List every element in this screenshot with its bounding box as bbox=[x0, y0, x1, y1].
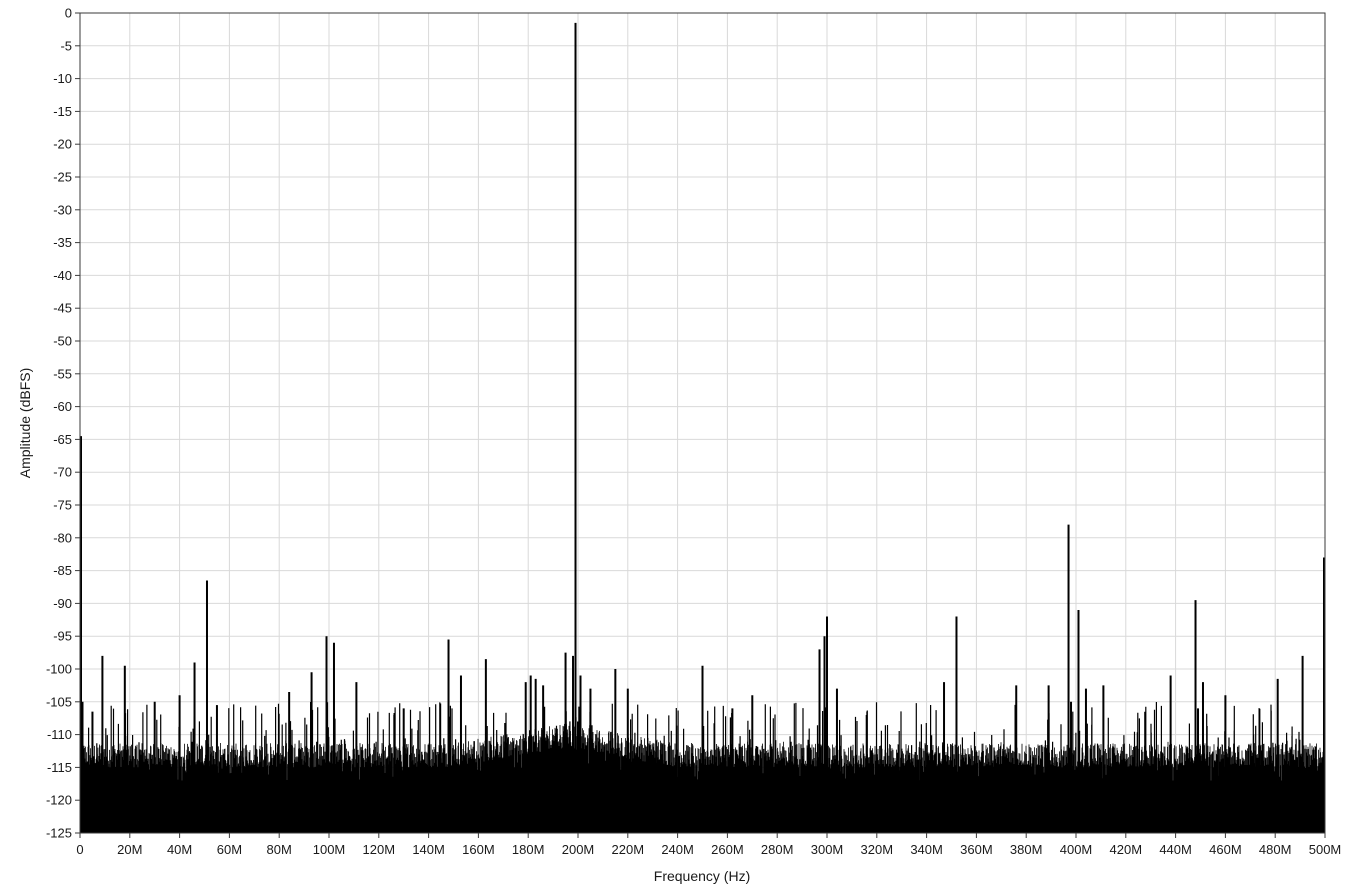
y-tick-label: -20 bbox=[53, 137, 72, 152]
x-tick-label: 360M bbox=[960, 842, 993, 857]
y-tick-label: -40 bbox=[53, 268, 72, 283]
y-tick-label: -110 bbox=[47, 727, 72, 742]
x-tick-label: 380M bbox=[1010, 842, 1043, 857]
y-tick-label: -100 bbox=[46, 662, 72, 677]
y-tick-label: -55 bbox=[53, 366, 72, 381]
y-tick-label: -90 bbox=[53, 596, 72, 611]
x-tick-label: 40M bbox=[167, 842, 192, 857]
x-tick-label: 500M bbox=[1309, 842, 1342, 857]
x-tick-label: 80M bbox=[267, 842, 292, 857]
y-tick-label: -60 bbox=[53, 399, 72, 414]
x-tick-label: 260M bbox=[711, 842, 744, 857]
y-tick-label: -115 bbox=[47, 760, 72, 775]
spectrum-chart: 0 -5 -10 -15 -20 -25 -30 -35 -40 -45 -50 -55 -60 -65 -… bbox=[17, 6, 1341, 885]
y-tick-label: -35 bbox=[53, 235, 72, 250]
x-tick-label: 220M bbox=[612, 842, 645, 857]
x-tick-label: 180M bbox=[512, 842, 545, 857]
x-tick-label: 480M bbox=[1259, 842, 1292, 857]
x-tick-label: 60M bbox=[217, 842, 242, 857]
y-tick-label: -105 bbox=[46, 694, 72, 709]
y-tick-label: -120 bbox=[46, 793, 72, 808]
x-tick-label: 240M bbox=[661, 842, 694, 857]
y-axis-ticks: 0 -5 -10 -15 -20 -25 -30 -35 -40 -45 -50 -55 -60 -65 -… bbox=[46, 6, 80, 841]
y-tick-label: 0 bbox=[65, 6, 72, 21]
x-tick-label: 320M bbox=[861, 842, 894, 857]
x-tick-label: 400M bbox=[1060, 842, 1093, 857]
x-tick-label: 460M bbox=[1209, 842, 1242, 857]
x-tick-label: 340M bbox=[910, 842, 943, 857]
y-tick-label: -25 bbox=[53, 170, 72, 185]
x-tick-label: 200M bbox=[562, 842, 595, 857]
x-tick-label: 420M bbox=[1110, 842, 1143, 857]
y-tick-label: -95 bbox=[53, 629, 72, 644]
y-tick-label: -125 bbox=[46, 826, 72, 841]
y-tick-label: -45 bbox=[53, 301, 72, 316]
y-tick-label: -30 bbox=[53, 202, 72, 217]
y-tick-label: -70 bbox=[53, 465, 72, 480]
x-axis-ticks: 0 20M 40M 60M 80M 100M 120M 140M 160M 180M 200M 220… bbox=[76, 833, 1341, 857]
x-tick-label: 100M bbox=[313, 842, 346, 857]
y-tick-label: -65 bbox=[53, 432, 72, 447]
x-tick-label: 20M bbox=[117, 842, 142, 857]
y-tick-label: -10 bbox=[53, 71, 72, 86]
y-axis-title: Amplitude (dBFS) bbox=[17, 368, 33, 478]
x-tick-label: 0 bbox=[76, 842, 83, 857]
y-tick-label: -50 bbox=[53, 334, 72, 349]
x-tick-label: 120M bbox=[363, 842, 396, 857]
x-tick-label: 140M bbox=[412, 842, 445, 857]
y-tick-label: -15 bbox=[53, 104, 72, 119]
y-tick-label: -85 bbox=[53, 563, 72, 578]
x-axis-title: Frequency (Hz) bbox=[654, 868, 750, 884]
y-tick-label: -80 bbox=[53, 530, 72, 545]
y-tick-label: -75 bbox=[53, 498, 72, 513]
x-tick-label: 300M bbox=[811, 842, 844, 857]
x-tick-label: 440M bbox=[1159, 842, 1192, 857]
x-tick-label: 280M bbox=[761, 842, 794, 857]
y-tick-label: -5 bbox=[60, 38, 72, 53]
x-tick-label: 160M bbox=[462, 842, 495, 857]
